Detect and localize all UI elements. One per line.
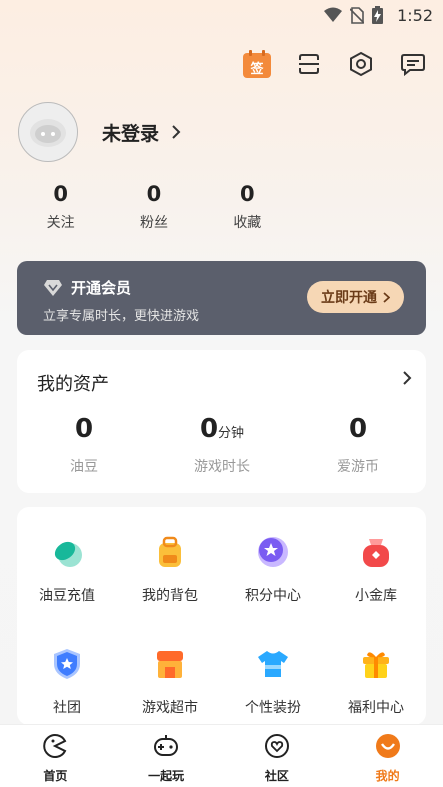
login-label: 未登录 [102, 122, 160, 145]
asset-value-row: 0分钟 [157, 414, 287, 444]
profile-row[interactable]: 未登录 [18, 102, 181, 162]
feature-grid: 油豆充值 我的背包 积分中心 小金库 社团 游戏超市 个性装扮 福利中心 [17, 507, 426, 725]
grid-item-outfit[interactable]: 个性装扮 [223, 647, 323, 717]
stat-value: 0 [146, 182, 162, 206]
tab-label: 社区 [264, 769, 289, 783]
asset-label: 油豆 [70, 459, 98, 475]
grid-item-welfare-center[interactable]: 福利中心 [326, 647, 426, 717]
vip-banner[interactable]: 开通会员 立享专属时长，更快进游戏 立即开通 [17, 261, 426, 335]
grid-item-club[interactable]: 社团 [17, 647, 117, 717]
tab-community[interactable]: 社区 [222, 725, 333, 787]
message-icon [401, 54, 425, 76]
tab-label: 首页 [43, 769, 68, 783]
asset-playtime[interactable]: 0分钟 游戏时长 [157, 414, 287, 476]
community-heart-icon [264, 734, 289, 758]
scan-button[interactable] [293, 48, 325, 80]
asset-beans[interactable]: 0 油豆 [19, 414, 149, 476]
grid-item-label: 积分中心 [245, 588, 301, 604]
asset-value: 0 [348, 414, 368, 444]
asset-value-row: 0 [293, 414, 423, 444]
scan-icon [299, 54, 319, 74]
grid-item-game-store[interactable]: 游戏超市 [120, 647, 220, 717]
diamond-icon [44, 279, 62, 296]
messages-button[interactable] [397, 48, 429, 80]
stat-value: 0 [240, 182, 255, 206]
assets-card: 我的资产 0 油豆 0分钟 游戏时长 0 爱游币 [17, 350, 426, 493]
grid-item-label: 福利中心 [348, 700, 404, 716]
outfit-icon [258, 651, 288, 677]
tab-home[interactable]: 首页 [0, 725, 111, 787]
profile-face-icon [375, 734, 400, 758]
robot-avatar-icon [30, 119, 66, 147]
vip-title-row: 开通会员 [43, 277, 131, 298]
bottom-tab-bar: 首页 一起玩 社区 我的 [0, 724, 443, 787]
status-icons [324, 6, 383, 24]
open-vip-label: 立即开通 [321, 290, 377, 306]
stat-favorites[interactable]: 0 收藏 [201, 182, 294, 232]
grid-item-label: 社团 [53, 700, 81, 716]
chevron-right-icon [403, 371, 412, 385]
stat-value: 0 [53, 182, 68, 206]
asset-value: 0 [74, 414, 94, 444]
stat-label: 收藏 [233, 215, 262, 231]
stat-label: 关注 [46, 215, 75, 231]
asset-label: 游戏时长 [194, 459, 250, 475]
store-icon [157, 651, 183, 678]
tab-label: 我的 [375, 769, 400, 783]
open-vip-button[interactable]: 立即开通 [307, 281, 404, 313]
sign-in-button[interactable]: 签 [241, 48, 273, 80]
grid-item-label: 小金库 [355, 588, 397, 604]
sign-in-label: 签 [250, 61, 264, 77]
stat-fans[interactable]: 0 粉丝 [107, 182, 200, 232]
profile-stats: 0 关注 0 粉丝 0 收藏 [14, 182, 294, 232]
status-bar: 1:52 [0, 0, 443, 32]
asset-label: 爱游币 [337, 459, 379, 475]
wifi-icon [324, 7, 342, 22]
header-actions: 签 [241, 48, 429, 80]
grid-item-points-center[interactable]: 积分中心 [223, 535, 323, 605]
stat-label: 粉丝 [139, 215, 168, 231]
chevron-right-icon [383, 291, 390, 303]
grid-item-label: 油豆充值 [39, 588, 95, 604]
settings-button[interactable] [345, 48, 377, 80]
bean-icon [54, 541, 82, 567]
grid-item-label: 我的背包 [142, 588, 198, 604]
vault-icon [363, 539, 389, 567]
assets-title: 我的资产 [37, 374, 109, 395]
battery-charging-icon [372, 6, 383, 24]
assets-more-button[interactable] [402, 370, 412, 390]
tab-play-together[interactable]: 一起玩 [111, 725, 222, 787]
vip-title: 开通会员 [71, 279, 132, 297]
grid-item-vault[interactable]: 小金库 [326, 535, 426, 605]
grid-item-bean-recharge[interactable]: 油豆充值 [17, 535, 117, 605]
gift-icon [363, 652, 389, 678]
stat-following[interactable]: 0 关注 [14, 182, 107, 232]
settings-hexagon-icon [350, 51, 372, 77]
tab-label: 一起玩 [148, 769, 185, 783]
gamepad-icon [154, 735, 179, 756]
asset-unit: 分钟 [218, 426, 245, 441]
backpack-icon [159, 536, 181, 567]
grid-item-backpack[interactable]: 我的背包 [120, 535, 220, 605]
no-sim-icon [350, 6, 364, 24]
avatar[interactable] [18, 102, 78, 162]
grid-item-label: 个性装扮 [245, 700, 301, 716]
login-link[interactable]: 未登录 [102, 119, 181, 146]
grid-item-label: 游戏超市 [142, 700, 198, 716]
points-icon [258, 537, 288, 567]
pacman-home-icon [43, 734, 67, 758]
status-time: 1:52 [397, 6, 433, 25]
chevron-right-icon [172, 125, 181, 139]
asset-value-row: 0 [19, 414, 149, 444]
club-icon [54, 649, 80, 679]
asset-coins[interactable]: 0 爱游币 [293, 414, 423, 476]
vip-subtitle: 立享专属时长，更快进游戏 [43, 309, 200, 324]
asset-value: 0 [199, 414, 219, 444]
tab-mine[interactable]: 我的 [332, 725, 443, 787]
